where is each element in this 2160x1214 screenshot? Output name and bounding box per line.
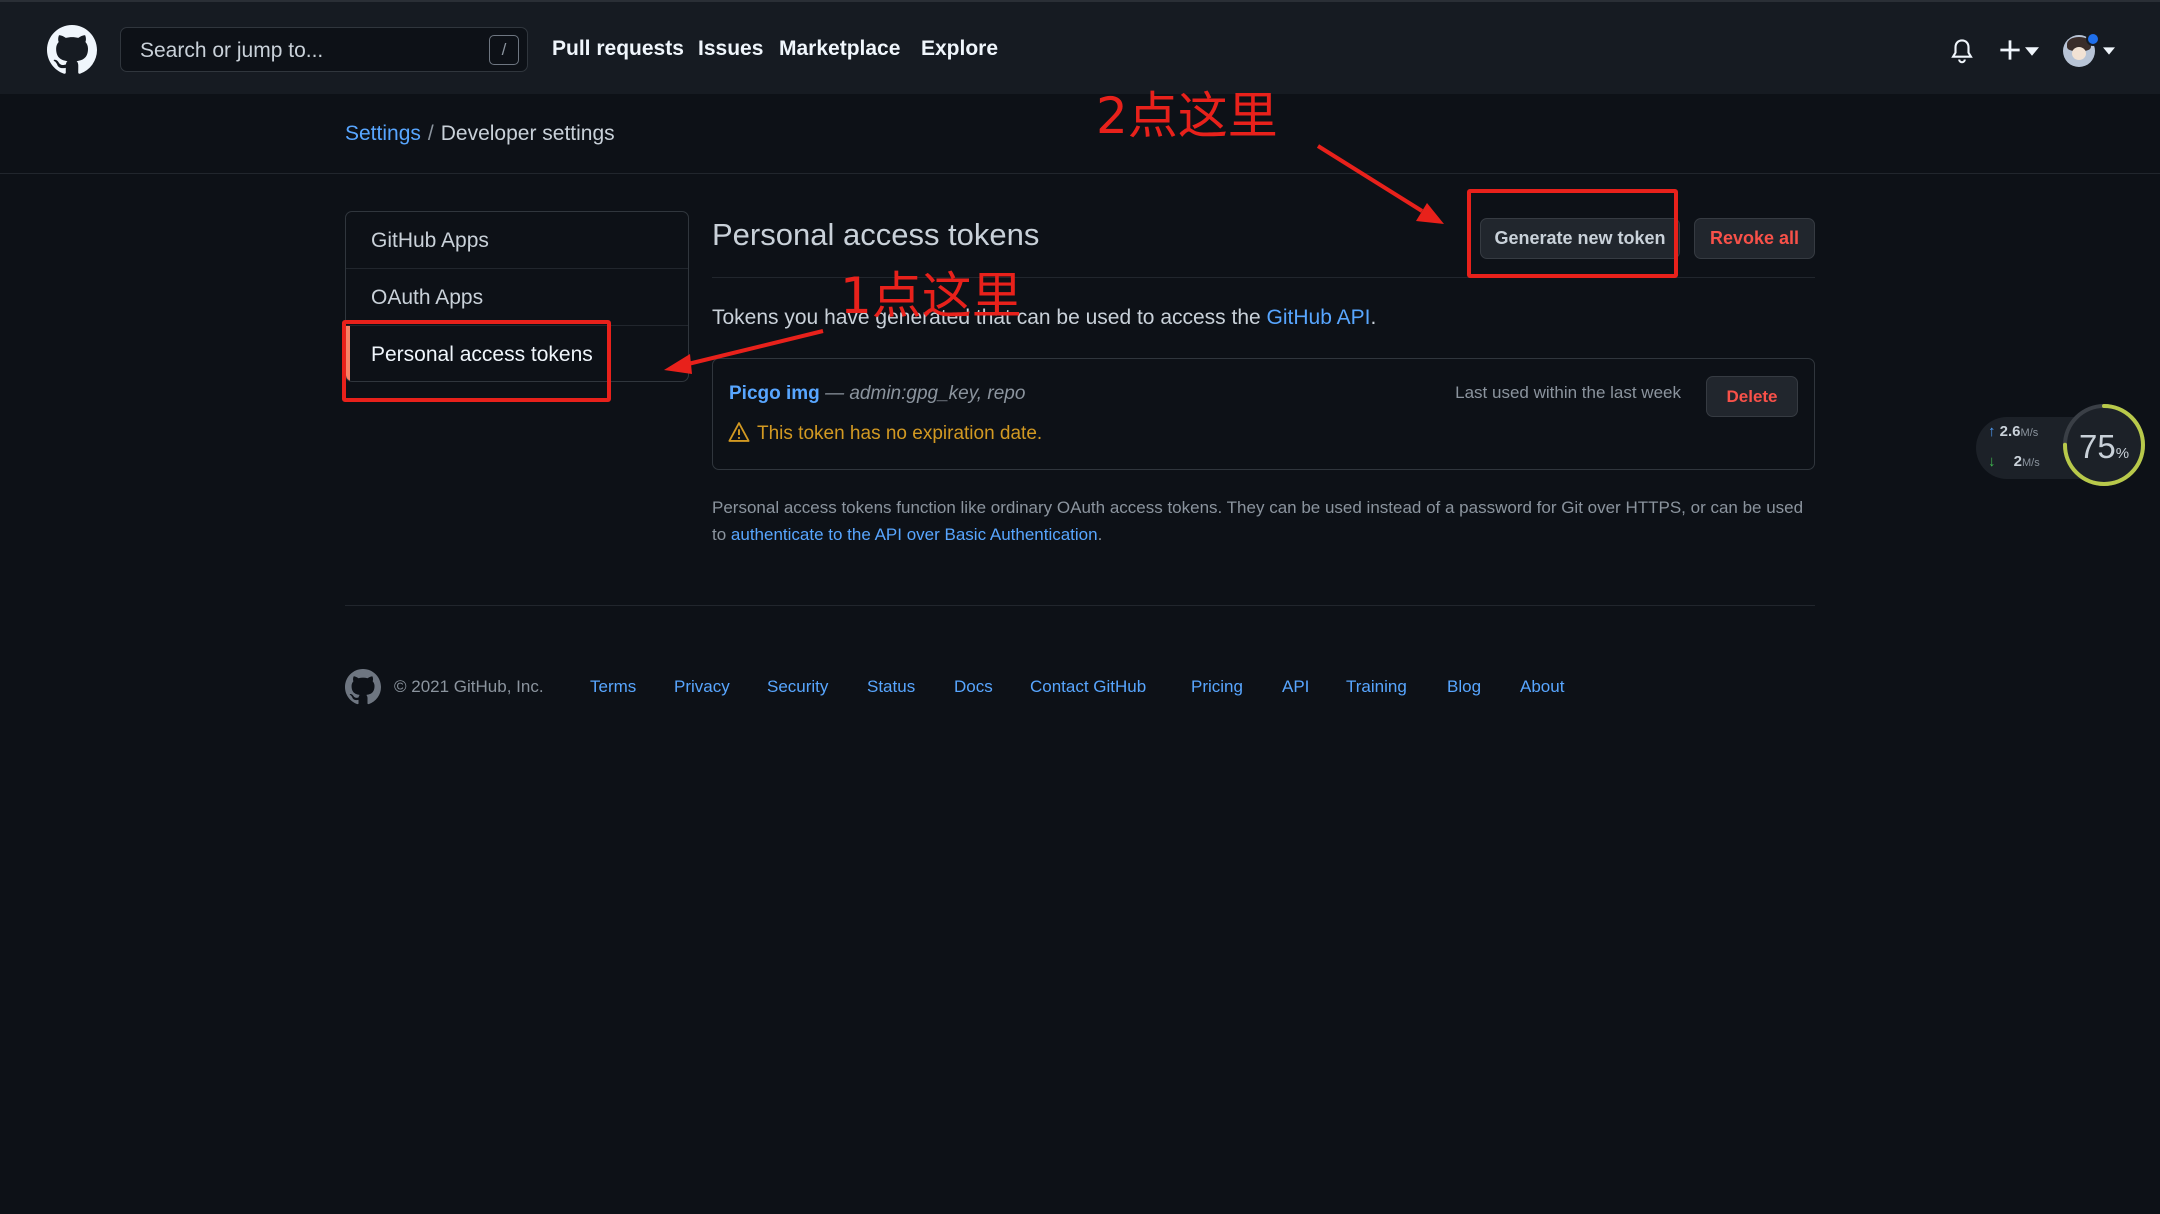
token-title: Picgo img — admin:gpg_key, repo [729, 383, 1025, 405]
sidebar-item-oauth-apps[interactable]: OAuth Apps [346, 269, 688, 326]
revoke-all-button[interactable]: Revoke all [1694, 218, 1815, 259]
intro-period: . [1370, 306, 1377, 329]
download-speed: ↓ 2M/s [1988, 453, 2040, 470]
gauge-percent-value: 75 [2078, 428, 2116, 465]
annotation-box-step2 [1467, 189, 1678, 278]
footer-link-contact[interactable]: Contact GitHub [1030, 677, 1146, 697]
download-value: 2 [2013, 453, 2023, 470]
annotation-arrowhead-step2 [1416, 203, 1444, 224]
avatar-face [2072, 47, 2086, 60]
note-period: . [1097, 525, 1103, 544]
footer-link-docs[interactable]: Docs [954, 677, 993, 697]
memory-usage-gauge[interactable]: 75% [2063, 404, 2145, 486]
breadcrumb-separator: / [427, 122, 434, 145]
token-last-used: Last used within the last week [1455, 383, 1681, 402]
token-name-link[interactable]: Picgo img [729, 383, 820, 404]
upload-speed: ↑ 2.6M/s [1988, 423, 2038, 440]
nav-marketplace[interactable]: Marketplace [779, 37, 900, 61]
download-unit: M/s [2022, 457, 2040, 469]
tokens-intro-text: Tokens you have generated that can be us… [712, 306, 1376, 330]
upload-arrow-icon: ↑ [1988, 423, 1996, 440]
footer-link-api[interactable]: API [1282, 677, 1309, 697]
nav-issues[interactable]: Issues [698, 37, 763, 61]
annotation-label-step1: 1点这里 [840, 267, 1022, 325]
delete-token-button[interactable]: Delete [1706, 376, 1798, 417]
breadcrumb-band: Settings / Developer settings [0, 94, 2160, 174]
notification-dot [2086, 32, 2100, 46]
tokens-help-note: Personal access tokens function like ord… [712, 494, 1817, 548]
footer-link-pricing[interactable]: Pricing [1191, 677, 1243, 697]
upload-unit: M/s [2020, 427, 2039, 439]
annotation-box-step1 [342, 320, 611, 402]
footer-link-status[interactable]: Status [867, 677, 915, 697]
avatar-chevron-down-icon[interactable] [2103, 47, 2115, 55]
gauge-percent-unit: % [2115, 445, 2130, 462]
footer-link-privacy[interactable]: Privacy [674, 677, 730, 697]
footer-copyright: © 2021 GitHub, Inc. [394, 677, 544, 696]
search-placeholder: Search or jump to... [140, 39, 324, 62]
footer-link-terms[interactable]: Terms [590, 677, 636, 697]
basic-auth-link[interactable]: authenticate to the API over Basic Authe… [731, 525, 1098, 544]
breadcrumb-current: Developer settings [440, 122, 615, 145]
sidebar-item-github-apps[interactable]: GitHub Apps [346, 212, 688, 269]
footer-link-training[interactable]: Training [1346, 677, 1407, 697]
github-logo-icon[interactable] [47, 25, 97, 75]
upload-value: 2.6 [1999, 423, 2021, 440]
search-shortcut-key: / [489, 35, 519, 65]
top-header: Search or jump to... / Pull requests Iss… [0, 0, 2160, 94]
search-input[interactable]: Search or jump to... / [120, 27, 528, 72]
nav-pull-requests[interactable]: Pull requests [552, 37, 684, 61]
plus-icon[interactable] [1999, 39, 2021, 61]
footer-link-about[interactable]: About [1520, 677, 1564, 697]
footer-link-security[interactable]: Security [767, 677, 828, 697]
breadcrumb-settings[interactable]: Settings [345, 122, 421, 145]
token-list-item: Picgo img — admin:gpg_key, repo This tok… [712, 358, 1815, 470]
alert-icon [728, 422, 750, 442]
token-expiration-warning: This token has no expiration date. [727, 421, 1042, 445]
footer-divider [345, 605, 1815, 606]
annotation-arrows [664, 144, 1444, 374]
annotation-label-step2: 2点这里 [1096, 87, 1278, 145]
github-api-link[interactable]: GitHub API [1267, 306, 1371, 329]
breadcrumb: Settings / Developer settings [345, 122, 615, 146]
chevron-down-icon[interactable] [2025, 47, 2039, 56]
token-warning-text: This token has no expiration date. [757, 423, 1043, 444]
page-title: Personal access tokens [712, 217, 1040, 252]
gauge-percent: 75% [2067, 428, 2141, 466]
footer-github-logo-icon[interactable] [345, 669, 381, 705]
nav-explore[interactable]: Explore [921, 37, 998, 61]
bell-icon[interactable] [1949, 37, 1975, 65]
footer-link-blog[interactable]: Blog [1447, 677, 1481, 697]
download-arrow-icon: ↓ [1988, 453, 1996, 470]
token-scopes: — admin:gpg_key, repo [819, 383, 1026, 404]
